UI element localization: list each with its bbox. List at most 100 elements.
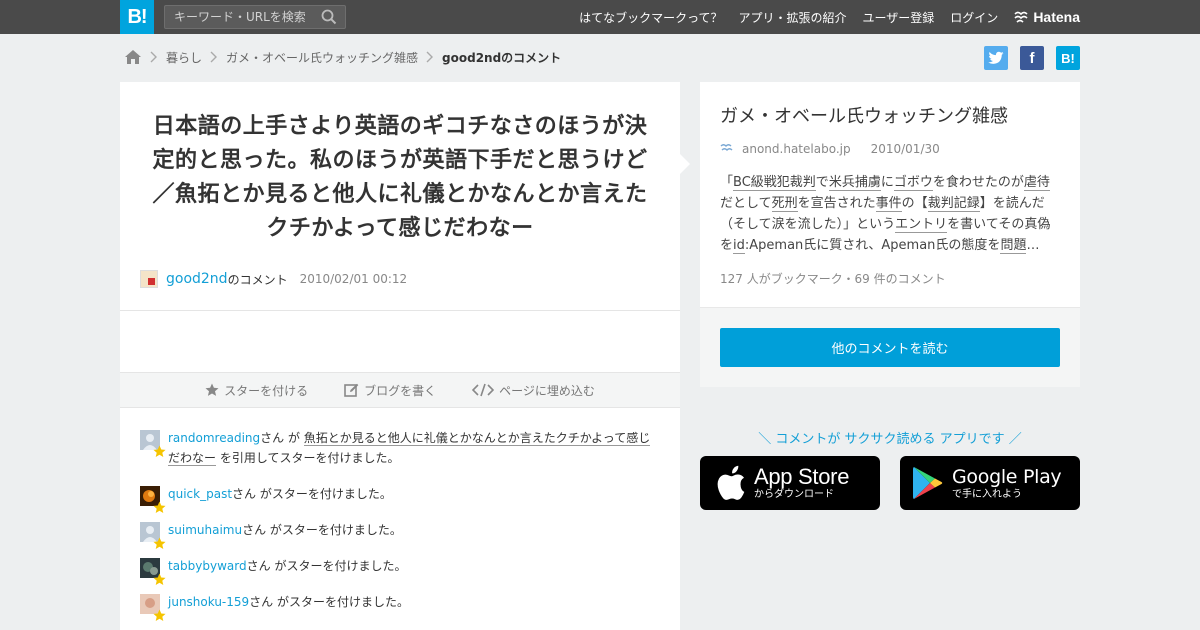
comment-actions: スターを付ける ブログを書く ページに埋め込む bbox=[120, 372, 680, 408]
comment-text: 日本語の上手さより英語のギコチなさのほうが決定的と思った。私のほうが英語下手だと… bbox=[152, 114, 648, 241]
embed-label: ページに埋め込む bbox=[499, 383, 595, 398]
code-icon bbox=[472, 383, 495, 397]
avatar[interactable] bbox=[140, 558, 166, 585]
search-input[interactable] bbox=[165, 6, 315, 28]
list-item: junshoku-159さん がスターを付けました。 bbox=[140, 592, 660, 621]
description-text: を食わせたのが bbox=[932, 175, 1024, 190]
edit-icon bbox=[344, 383, 359, 397]
breadcrumb: 暮らし ガメ・オベール氏ウォッチング雑感 good2ndのコメント bbox=[124, 47, 561, 67]
star-user-link[interactable]: tabbybyward bbox=[168, 559, 247, 573]
entry-title-link[interactable]: ガメ・オベール氏ウォッチング雑感 bbox=[720, 102, 1008, 128]
breadcrumb-entry[interactable]: ガメ・オベール氏ウォッチング雑感 bbox=[226, 49, 418, 66]
app-store-sub-label: からダウンロード bbox=[754, 489, 834, 500]
divider bbox=[120, 310, 680, 311]
twitter-share-button[interactable] bbox=[984, 46, 1008, 70]
entry-card: ガメ・オベール氏ウォッチング雑感 anond.hatelabo.jp 2010/… bbox=[700, 82, 1080, 387]
google-play-main-label: Google Play bbox=[952, 466, 1062, 488]
hatena-bookmark-share-button[interactable]: B! bbox=[1056, 46, 1080, 70]
keyword-link[interactable]: id bbox=[733, 238, 745, 254]
comment-user-suffix: のコメント bbox=[227, 272, 288, 287]
chevron-right-icon bbox=[426, 51, 434, 63]
star-user-link[interactable]: suimuhaimu bbox=[168, 523, 242, 537]
description-text: … bbox=[1026, 238, 1040, 253]
entry-description: 「BC級戦犯裁判で米兵捕虜にゴボウを食わせたのが虐待だとして死刑を宣告された事件… bbox=[720, 172, 1060, 256]
apple-icon bbox=[717, 465, 745, 500]
breadcrumb-category[interactable]: 暮らし bbox=[166, 49, 202, 66]
search-icon[interactable] bbox=[321, 9, 337, 25]
nav-register[interactable]: ユーザー登録 bbox=[863, 9, 935, 26]
star-user-link[interactable]: junshoku-159 bbox=[168, 595, 249, 609]
description-text: :Apeman氏に質され、Apeman氏の態度を bbox=[744, 238, 1001, 253]
keyword-link[interactable]: 米兵捕虜 bbox=[828, 175, 881, 191]
entry-domain[interactable]: anond.hatelabo.jp bbox=[742, 142, 851, 156]
entry-bookmark-count: 127 人がブックマーク・69 件のコメント bbox=[720, 272, 946, 286]
avatar[interactable] bbox=[140, 486, 166, 513]
nav-apps[interactable]: アプリ・拡張の紹介 bbox=[739, 9, 847, 26]
google-play-sub-label: で手に入れよう bbox=[952, 489, 1022, 500]
star-user-link[interactable]: randomreading bbox=[168, 431, 260, 445]
top-nav: はてなブックマークって？ アプリ・拡張の紹介 ユーザー登録 ログイン Haten… bbox=[563, 0, 1080, 34]
keyword-link[interactable]: エントリ bbox=[895, 217, 948, 233]
twitter-bird-icon bbox=[988, 51, 1004, 64]
entry-date: 2010/01/30 bbox=[870, 142, 940, 156]
top-bar: B! はてなブックマークって？ アプリ・拡張の紹介 ユーザー登録 ログイン Ha… bbox=[0, 0, 1200, 34]
comment-date: 2010/02/01 00:12 bbox=[299, 272, 408, 286]
star-text: さん がスターを付けました。 bbox=[242, 523, 402, 537]
facebook-share-button[interactable]: f bbox=[1020, 46, 1044, 70]
description-text: だとして bbox=[720, 196, 772, 211]
google-play-icon bbox=[913, 467, 943, 499]
star-icon bbox=[153, 573, 166, 585]
list-item: randomreadingさん が 魚拓とか見ると他人に礼儀とかなんとか言えたク… bbox=[140, 428, 660, 468]
keyword-link[interactable]: 虐待 bbox=[1023, 175, 1050, 191]
google-play-button[interactable]: Google Play で手に入れよう bbox=[900, 456, 1080, 510]
star-icon bbox=[153, 445, 166, 457]
keyword-link[interactable]: 死刑 bbox=[771, 196, 798, 212]
entry-footer: 他のコメントを読む bbox=[700, 307, 1080, 387]
nav-about[interactable]: はてなブックマークって？ bbox=[579, 9, 722, 26]
star-user-link[interactable]: quick_past bbox=[168, 487, 232, 501]
hatena-brand-link[interactable]: Hatena bbox=[1014, 9, 1080, 25]
comment-user-link[interactable]: good2nd bbox=[166, 271, 228, 287]
star-list: randomreadingさん が 魚拓とか見ると他人に礼儀とかなんとか言えたク… bbox=[140, 428, 660, 628]
star-text: さん がスターを付けました。 bbox=[232, 487, 392, 501]
star-text-tail: を引用してスターを付けました。 bbox=[216, 451, 400, 465]
keyword-link[interactable]: 問題 bbox=[1000, 238, 1027, 254]
card-pointer bbox=[680, 154, 690, 174]
keyword-link[interactable]: 裁判記録 bbox=[927, 196, 980, 212]
entry-meta: anond.hatelabo.jp 2010/01/30 bbox=[720, 142, 940, 156]
list-item: tabbybywardさん がスターを付けました。 bbox=[140, 556, 660, 585]
avatar[interactable] bbox=[140, 522, 166, 549]
avatar[interactable] bbox=[140, 270, 158, 288]
star-icon bbox=[153, 501, 166, 513]
hatena-brand-label: Hatena bbox=[1033, 9, 1080, 25]
avatar[interactable] bbox=[140, 430, 166, 457]
avatar[interactable] bbox=[140, 594, 166, 621]
embed-button[interactable]: ページに埋め込む bbox=[472, 382, 595, 399]
write-blog-button[interactable]: ブログを書く bbox=[344, 382, 436, 399]
star-text: さん がスターを付けました。 bbox=[249, 595, 409, 609]
add-star-button[interactable]: スターを付ける bbox=[205, 382, 308, 399]
list-item: suimuhaimuさん がスターを付けました。 bbox=[140, 520, 660, 549]
star-text: さん が bbox=[260, 431, 304, 445]
chevron-right-icon bbox=[210, 51, 218, 63]
star-icon bbox=[205, 383, 219, 396]
home-icon[interactable] bbox=[124, 49, 142, 65]
keyword-link[interactable]: 事件 bbox=[875, 196, 902, 212]
hatena-logo-icon bbox=[1014, 11, 1028, 23]
app-store-button[interactable]: App Store からダウンロード bbox=[700, 456, 880, 510]
hatena-bookmark-logo[interactable]: B! bbox=[120, 0, 154, 34]
write-blog-label: ブログを書く bbox=[364, 383, 437, 398]
comment-card: 日本語の上手さより英語のギコチなさのほうが決定的と思った。私のほうが英語下手だと… bbox=[120, 82, 680, 630]
keyword-link[interactable]: BC級戦犯裁判 bbox=[733, 175, 816, 191]
star-icon bbox=[153, 609, 166, 621]
description-text: を宣告された bbox=[797, 196, 876, 211]
list-item: quick_pastさん がスターを付けました。 bbox=[140, 484, 660, 513]
description-text: に bbox=[880, 175, 894, 190]
app-store-main-label: App Store bbox=[754, 464, 850, 489]
keyword-link[interactable]: ゴボウ bbox=[893, 175, 933, 191]
nav-login[interactable]: ログイン bbox=[950, 9, 998, 26]
search-box[interactable] bbox=[164, 5, 346, 29]
read-other-comments-button[interactable]: 他のコメントを読む bbox=[720, 328, 1060, 367]
share-buttons: f B! bbox=[984, 46, 1080, 70]
add-star-label: スターを付ける bbox=[224, 383, 309, 398]
